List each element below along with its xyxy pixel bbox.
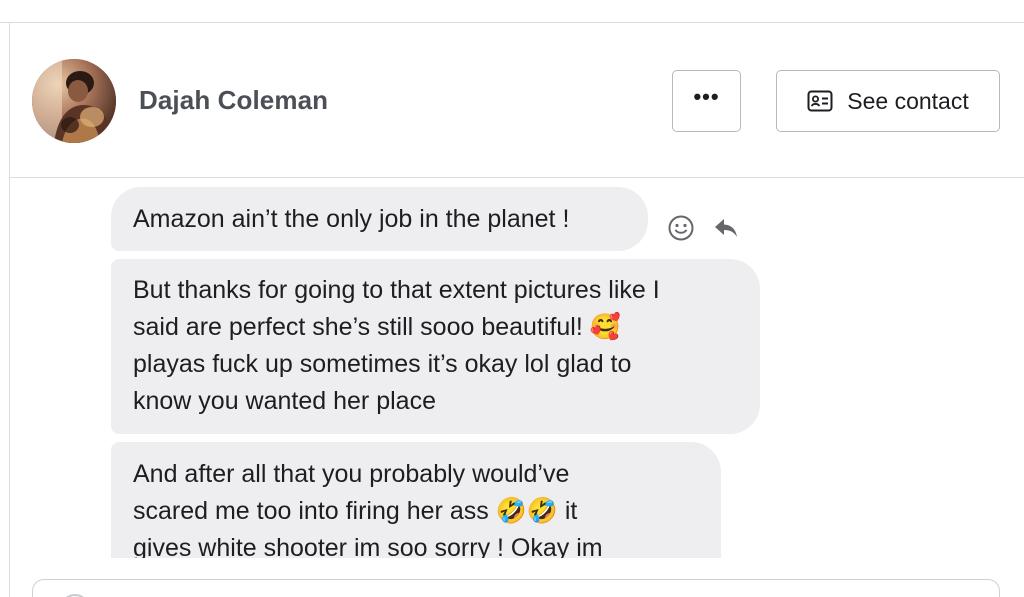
message-text: And after all that you probably would’ve	[133, 460, 570, 488]
contact-name: Dajah Coleman	[139, 85, 329, 115]
message-thread[interactable]: Amazon ain’t the only job in the planet …	[10, 178, 1024, 558]
more-options-button[interactable]: •••	[672, 70, 741, 132]
message-bubble[interactable]: And after all that you probably would’ve…	[111, 442, 721, 558]
avatar[interactable]	[32, 59, 116, 143]
message-actions	[667, 214, 739, 242]
message-text: said are perfect she’s still sooo beauti…	[133, 313, 621, 341]
smiley-icon[interactable]	[667, 214, 695, 242]
contact-card-icon	[807, 90, 833, 112]
messenger-window: Dajah Coleman ••• See contact Amazon ain…	[0, 0, 1024, 597]
more-icon: •••	[693, 84, 720, 109]
message-text: But thanks for going to that extent pict…	[133, 276, 660, 304]
message-bubble[interactable]: Amazon ain’t the only job in the planet …	[111, 187, 648, 251]
see-contact-label: See contact	[847, 87, 969, 114]
composer-area	[10, 558, 1024, 597]
message-input[interactable]	[32, 579, 1000, 597]
message-bubble[interactable]: But thanks for going to that extent pict…	[111, 259, 760, 434]
top-bar	[0, 0, 1024, 23]
see-contact-button[interactable]: See contact	[776, 70, 1000, 132]
avatar-photo	[32, 59, 116, 143]
message-text: gives white shooter im soo sorry ! Okay …	[133, 534, 603, 558]
message-text: playas fuck up sometimes it’s okay lol g…	[133, 350, 632, 378]
message-text: know you wanted her place	[133, 387, 436, 415]
message-text: Amazon ain’t the only job in the planet …	[133, 205, 570, 233]
conversation-header: Dajah Coleman ••• See contact	[10, 23, 1024, 178]
reply-icon[interactable]	[713, 217, 739, 239]
message-text: scared me too into firing her ass 🤣🤣 it	[133, 497, 578, 525]
